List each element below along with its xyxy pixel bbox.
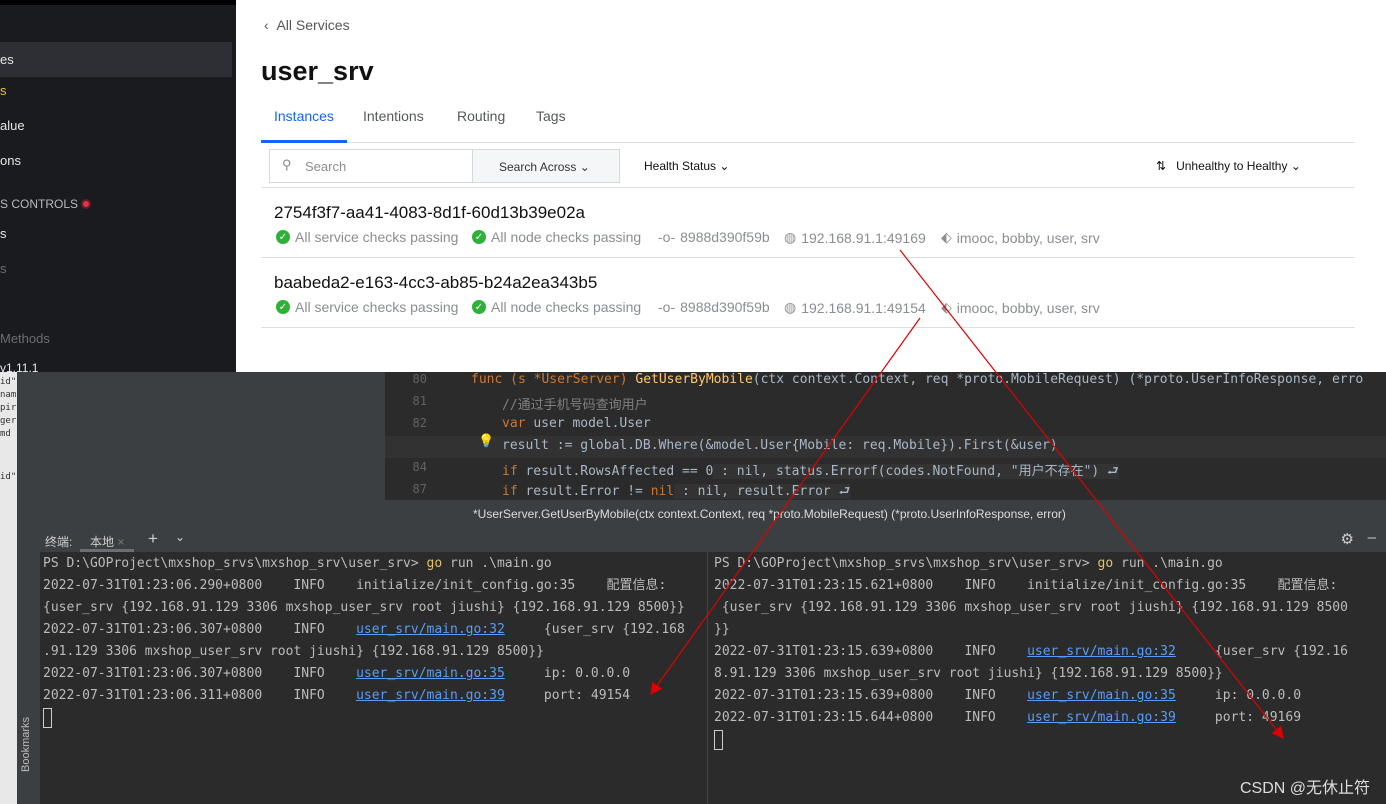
arrow-49154 xyxy=(650,317,921,695)
arrow-49169 xyxy=(899,249,1284,739)
annotation-arrows xyxy=(650,249,1284,739)
